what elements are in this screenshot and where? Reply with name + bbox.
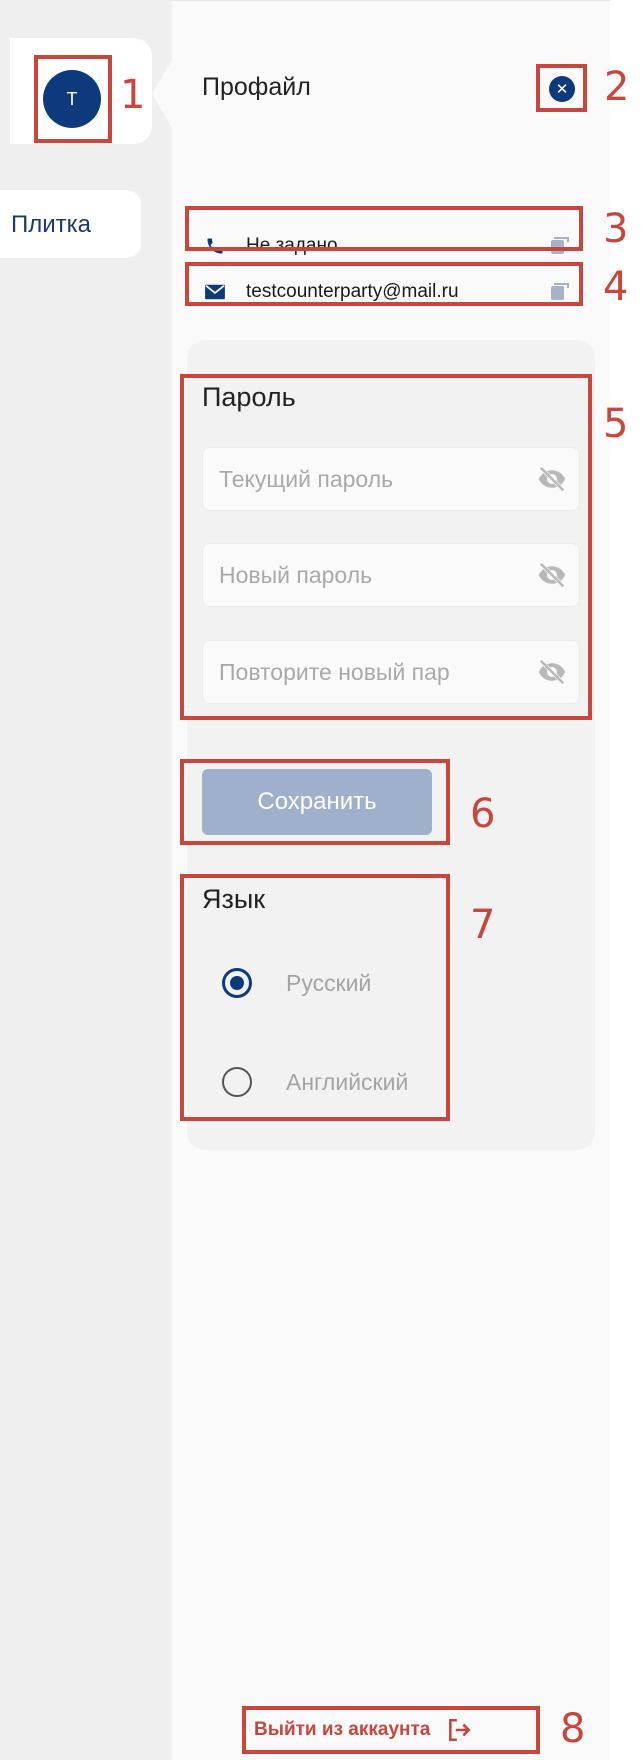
mail-icon [202,282,228,302]
language-option-english[interactable]: Английский [222,1067,408,1097]
sidebar [0,0,172,1760]
save-button[interactable]: Сохранить [202,769,432,835]
annotation-number: 1 [120,72,146,118]
sidebar-item-tile-label[interactable]: Плитка [11,211,91,239]
annotation-number: 6 [470,791,496,837]
copy-phone-icon[interactable] [549,237,569,255]
copy-email-icon[interactable] [549,283,569,301]
close-button[interactable]: ✕ [549,76,575,102]
logout-icon[interactable] [446,1717,472,1743]
annotation-number: 4 [603,264,629,310]
logout-button[interactable]: Выйти из аккаунта [254,1717,472,1743]
eye-off-icon[interactable] [537,464,567,494]
annotation-number: 3 [603,206,629,252]
eye-off-icon[interactable] [537,657,567,687]
email-row: testcounterparty@mail.ru [187,272,583,312]
panel-pointer [152,60,172,128]
repeat-password-input[interactable] [203,641,537,703]
panel-title: Профайл [202,73,311,101]
language-title: Язык [202,884,266,914]
radio-checked-icon[interactable] [222,968,252,998]
annotation-number: 5 [603,401,629,447]
language-option-russian[interactable]: Русский [222,968,371,998]
phone-value: Не задано [246,235,338,256]
avatar[interactable]: T [43,70,101,128]
password-title: Пароль [202,382,296,412]
new-password-field[interactable] [202,543,580,607]
current-password-input[interactable] [203,448,537,510]
new-password-input[interactable] [203,544,537,606]
email-value: testcounterparty@mail.ru [246,281,459,302]
annotation-number: 8 [560,1706,586,1752]
phone-icon [202,236,228,256]
language-option-label: Русский [286,969,372,996]
close-icon: ✕ [555,81,569,98]
phone-row: Не задано [187,226,583,266]
current-password-field[interactable] [202,447,580,511]
logout-label[interactable]: Выйти из аккаунта [254,1719,430,1741]
radio-unchecked-icon[interactable] [222,1067,252,1097]
eye-off-icon[interactable] [537,560,567,590]
annotation-number: 7 [470,902,496,948]
repeat-password-field[interactable] [202,640,580,704]
language-option-label: Английский [286,1068,409,1095]
annotation-number: 2 [604,64,630,110]
